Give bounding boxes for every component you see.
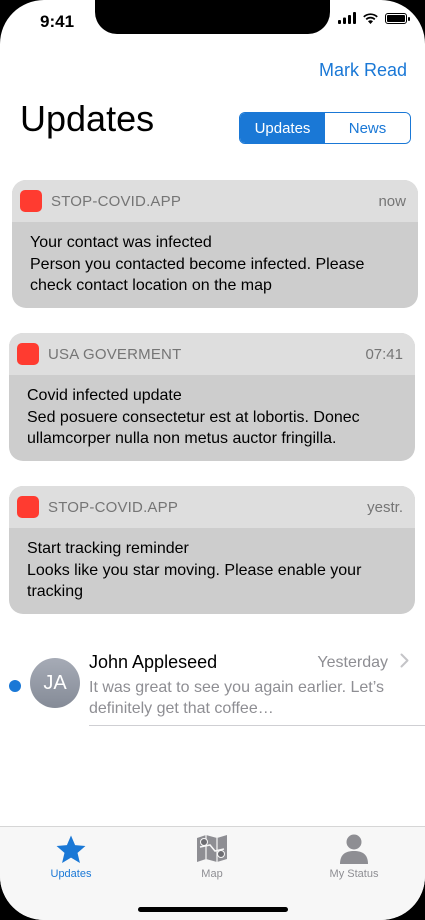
message-sender: John Appleseed <box>89 652 218 672</box>
notification-header: STOP-COVID.APP yestr. <box>9 486 415 528</box>
avatar: JA <box>30 658 80 708</box>
tab-updates[interactable]: Updates <box>0 827 142 897</box>
tab-my-status[interactable]: My Status <box>283 827 425 897</box>
tab-bar: Updates Map My Status <box>0 826 425 920</box>
message-time: Yesterday <box>317 654 388 671</box>
tab-label: Updates <box>50 868 92 880</box>
mark-read-button[interactable]: Mark Read <box>319 60 407 81</box>
notification-body: Your contact was infected Person you con… <box>12 222 418 308</box>
segment-updates[interactable]: Updates <box>240 113 325 143</box>
notification-app-name: USA GOVERMENT <box>48 345 182 363</box>
person-icon <box>340 834 368 864</box>
unread-indicator <box>9 680 21 692</box>
page-title: Updates <box>20 98 155 139</box>
tab-label: Map <box>201 868 223 880</box>
app-icon <box>17 343 39 365</box>
app-icon <box>20 190 42 212</box>
notification-time: 07:41 <box>365 345 403 363</box>
status-icons <box>338 12 410 24</box>
tab-label: My Status <box>329 868 379 880</box>
notification-app-name: STOP-COVID.APP <box>48 498 179 516</box>
message-preview: It was great to see you again earlier. L… <box>89 679 384 717</box>
notification-title: Start tracking reminder <box>27 540 189 557</box>
phone-screen: 9:41 Mark Read Updates Updates News STOP… <box>0 0 425 920</box>
segment-news[interactable]: News <box>325 113 410 143</box>
notification-time: now <box>378 192 406 210</box>
segmented-control: Updates News <box>239 112 411 144</box>
map-icon <box>197 835 227 862</box>
notification-card[interactable]: STOP-COVID.APP yestr. Start tracking rem… <box>9 486 415 614</box>
home-indicator <box>138 907 288 912</box>
chevron-right-icon <box>400 653 409 668</box>
notification-title: Covid infected update <box>27 387 182 404</box>
app-icon <box>17 496 39 518</box>
notification-title: Your contact was infected <box>30 234 212 251</box>
notification-card[interactable]: USA GOVERMENT 07:41 Covid infected updat… <box>9 333 415 461</box>
star-icon <box>56 835 86 864</box>
wifi-icon <box>363 13 378 24</box>
battery-icon <box>385 12 410 24</box>
notification-text: Person you contacted become infected. Pl… <box>30 256 365 294</box>
notification-header: STOP-COVID.APP now <box>12 180 418 222</box>
signal-icon <box>338 12 356 24</box>
notch <box>95 0 330 34</box>
tab-map[interactable]: Map <box>141 827 283 897</box>
notification-text: Sed posuere consectetur est at lobortis.… <box>27 409 360 447</box>
notification-body: Covid infected update Sed posuere consec… <box>9 375 415 461</box>
notification-header: USA GOVERMENT 07:41 <box>9 333 415 375</box>
status-time: 9:41 <box>40 12 75 31</box>
notification-time: yestr. <box>367 498 403 516</box>
divider <box>89 725 425 726</box>
notification-body: Start tracking reminder Looks like you s… <box>9 528 415 614</box>
notification-card[interactable]: STOP-COVID.APP now Your contact was infe… <box>12 180 418 308</box>
notification-text: Looks like you star moving. Please enabl… <box>27 562 362 600</box>
notification-app-name: STOP-COVID.APP <box>51 192 182 210</box>
